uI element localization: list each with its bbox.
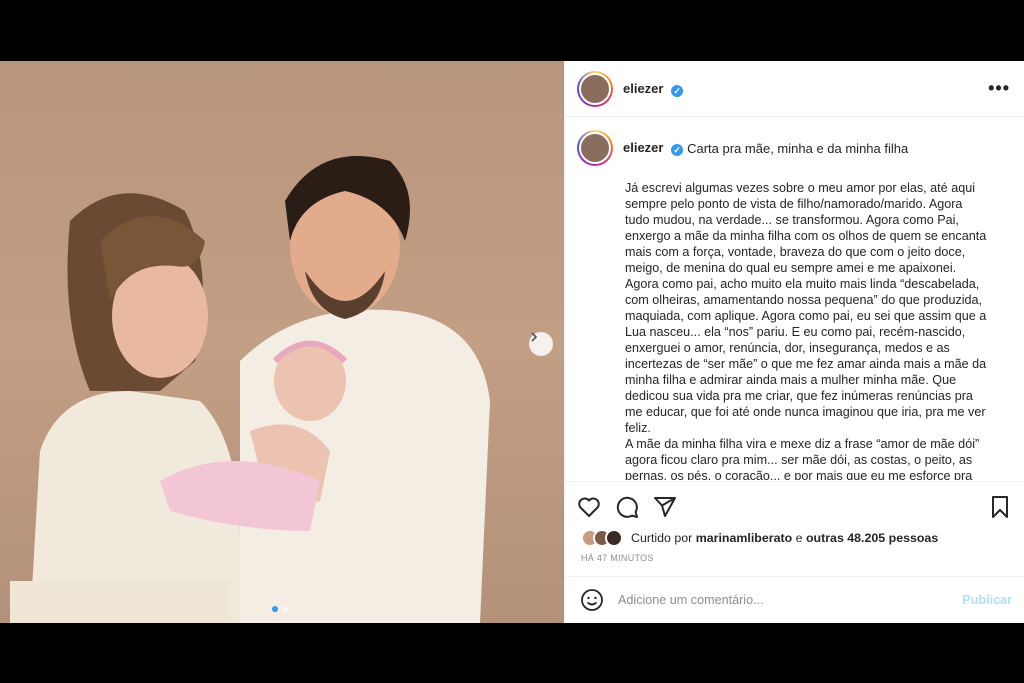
heart-icon[interactable] bbox=[577, 495, 601, 519]
caption-area: eliezer ✓ Carta pra mãe, minha e da minh… bbox=[565, 118, 1024, 480]
post-photo[interactable] bbox=[0, 61, 564, 623]
likes-user-link[interactable]: marinamliberato bbox=[696, 531, 792, 545]
likes-summary: Curtido por marinamliberato e outras 48.… bbox=[581, 529, 938, 547]
post-modal: eliezer ✓ ••• eliezer ✓ Carta pra mãe, m… bbox=[0, 61, 1024, 623]
chevron-right-icon bbox=[531, 332, 538, 342]
liker-avatars[interactable] bbox=[581, 529, 623, 547]
more-icon[interactable]: ••• bbox=[988, 78, 1010, 99]
post-timestamp[interactable]: HÁ 47 MINUTOS bbox=[581, 553, 654, 563]
likes-mid: e bbox=[795, 531, 803, 545]
caption-title: Carta pra mãe, minha e da minha filha bbox=[687, 140, 909, 156]
comment-icon[interactable] bbox=[615, 495, 639, 519]
carousel-dot-active bbox=[272, 606, 278, 612]
post-side-panel: eliezer ✓ ••• eliezer ✓ Carta pra mãe, m… bbox=[564, 61, 1024, 623]
caption-body: Já escrevi algumas vezes sobre o meu amo… bbox=[625, 181, 987, 480]
bookmark-icon[interactable] bbox=[988, 495, 1012, 519]
caption-username-text[interactable]: eliezer bbox=[623, 140, 663, 155]
share-icon[interactable] bbox=[653, 495, 677, 519]
caption-avatar[interactable] bbox=[577, 130, 613, 166]
avatar[interactable] bbox=[577, 70, 613, 107]
carousel-dot bbox=[282, 606, 288, 612]
verified-icon: ✓ bbox=[671, 144, 684, 156]
likes-prefix: Curtido por bbox=[631, 531, 693, 545]
username-link[interactable]: eliezer ✓ bbox=[623, 81, 684, 97]
caption-username[interactable]: eliezer ✓ bbox=[623, 140, 684, 156]
comment-bar: Publicar bbox=[565, 576, 1024, 623]
carousel-indicator bbox=[272, 606, 288, 612]
post-actions bbox=[565, 481, 1024, 531]
emoji-icon[interactable] bbox=[580, 588, 604, 612]
post-header: eliezer ✓ ••• bbox=[565, 61, 1024, 117]
likes-others-link[interactable]: outras 48.205 pessoas bbox=[806, 531, 938, 545]
publish-button[interactable]: Publicar bbox=[962, 593, 1012, 607]
username-text[interactable]: eliezer bbox=[623, 81, 663, 96]
carousel-next-button[interactable] bbox=[529, 332, 553, 356]
comment-input[interactable] bbox=[618, 593, 963, 607]
verified-icon: ✓ bbox=[671, 84, 684, 97]
family-photo-illustration bbox=[10, 156, 490, 623]
